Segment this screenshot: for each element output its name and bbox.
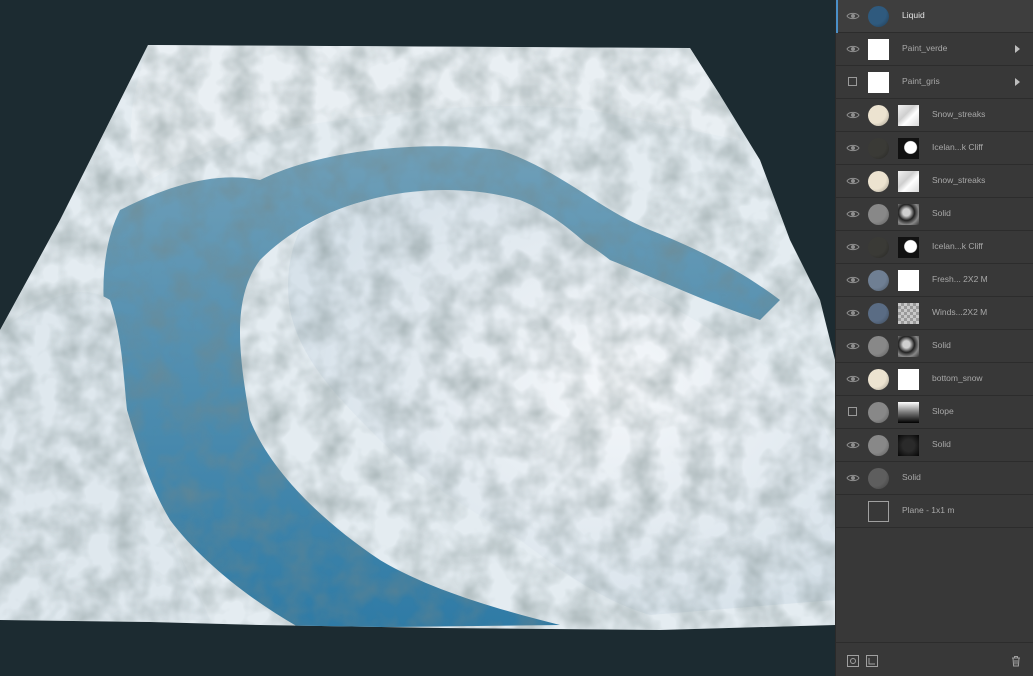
panel-footer — [836, 642, 1033, 676]
layer-row[interactable]: Snow_streaks — [836, 165, 1033, 198]
mask-thumbnail — [898, 336, 919, 357]
layer-name: Icelan...k Cliff — [932, 241, 983, 251]
eye-icon[interactable] — [846, 339, 860, 353]
layer-row[interactable]: Paint_verde — [836, 33, 1033, 66]
layer-thumbnail — [868, 468, 889, 489]
layer-name: bottom_snow — [932, 373, 983, 383]
layer-name: Snow_streaks — [932, 175, 986, 185]
layer-thumbnail — [868, 138, 889, 159]
mask-thumbnail — [898, 303, 919, 324]
layer-name: Paint_gris — [902, 76, 940, 86]
layer-row[interactable]: Solid — [836, 330, 1033, 363]
layer-name: Liquid — [902, 10, 925, 20]
layer-thumbnail — [868, 204, 889, 225]
eye-icon[interactable] — [846, 174, 860, 188]
eye-icon[interactable] — [846, 306, 860, 320]
add-mask-icon[interactable] — [866, 654, 878, 667]
layer-name: Winds...2X2 M — [932, 307, 988, 317]
layer-row[interactable]: Solid — [836, 198, 1033, 231]
visibility-toggle[interactable] — [848, 77, 857, 86]
visibility-toggle[interactable] — [848, 407, 857, 416]
layer-thumbnail — [868, 171, 889, 192]
layer-name: Icelan...k Cliff — [932, 142, 983, 152]
layer-thumbnail — [868, 6, 889, 27]
layer-row[interactable]: Paint_gris — [836, 66, 1033, 99]
eye-icon[interactable] — [846, 372, 860, 386]
layer-row[interactable]: Solid — [836, 462, 1033, 495]
mask-thumbnail — [898, 435, 919, 456]
layers-panel: Liquid Paint_verde Paint_gris Snow_streaks I… — [835, 0, 1033, 676]
mask-thumbnail — [898, 204, 919, 225]
mask-thumbnail — [898, 369, 919, 390]
layer-row[interactable]: Snow_streaks — [836, 99, 1033, 132]
layer-row[interactable]: Solid — [836, 429, 1033, 462]
layer-row[interactable]: Icelan...k Cliff — [836, 231, 1033, 264]
selection-indicator — [836, 0, 838, 33]
3d-viewport[interactable] — [0, 0, 835, 676]
eye-icon[interactable] — [846, 9, 860, 23]
layer-thumbnail — [868, 402, 889, 423]
layer-thumbnail — [868, 39, 889, 60]
mask-thumbnail — [898, 237, 919, 258]
add-layer-icon[interactable] — [847, 654, 859, 667]
mask-thumbnail — [898, 105, 919, 126]
mask-thumbnail — [898, 402, 919, 423]
mask-thumbnail — [898, 138, 919, 159]
mask-thumbnail — [898, 270, 919, 291]
terrain-render[interactable] — [0, 0, 835, 676]
eye-icon[interactable] — [846, 108, 860, 122]
eye-icon[interactable] — [846, 141, 860, 155]
layer-thumbnail — [868, 105, 889, 126]
layer-row[interactable]: Fresh... 2X2 M — [836, 264, 1033, 297]
layer-thumbnail — [868, 501, 889, 522]
layer-row[interactable]: Liquid — [836, 0, 1033, 33]
eye-icon[interactable] — [846, 273, 860, 287]
layer-row[interactable]: Slope — [836, 396, 1033, 429]
eye-icon[interactable] — [846, 207, 860, 221]
expand-arrow-icon[interactable] — [1015, 45, 1020, 53]
layer-name: Slope — [932, 406, 954, 416]
layer-name: Solid — [932, 439, 951, 449]
layer-thumbnail — [868, 270, 889, 291]
layer-thumbnail — [868, 435, 889, 456]
trash-icon[interactable] — [1010, 654, 1022, 667]
mask-thumbnail — [898, 171, 919, 192]
layer-name: Solid — [932, 208, 951, 218]
layer-thumbnail — [868, 369, 889, 390]
layer-name: Fresh... 2X2 M — [932, 274, 988, 284]
layer-name: Plane - 1x1 m — [902, 505, 955, 515]
layer-row[interactable]: Winds...2X2 M — [836, 297, 1033, 330]
layer-name: Paint_verde — [902, 43, 948, 53]
layer-row[interactable]: Plane - 1x1 m — [836, 495, 1033, 528]
eye-icon[interactable] — [846, 240, 860, 254]
eye-icon[interactable] — [846, 471, 860, 485]
eye-icon[interactable] — [846, 438, 860, 452]
layer-name: Snow_streaks — [932, 109, 986, 119]
layer-name: Solid — [902, 472, 921, 482]
layer-thumbnail — [868, 72, 889, 93]
expand-arrow-icon[interactable] — [1015, 78, 1020, 86]
layer-thumbnail — [868, 336, 889, 357]
layer-row[interactable]: Icelan...k Cliff — [836, 132, 1033, 165]
eye-icon[interactable] — [846, 42, 860, 56]
layer-thumbnail — [868, 303, 889, 324]
layer-row[interactable]: bottom_snow — [836, 363, 1033, 396]
layer-name: Solid — [932, 340, 951, 350]
layer-thumbnail — [868, 237, 889, 258]
